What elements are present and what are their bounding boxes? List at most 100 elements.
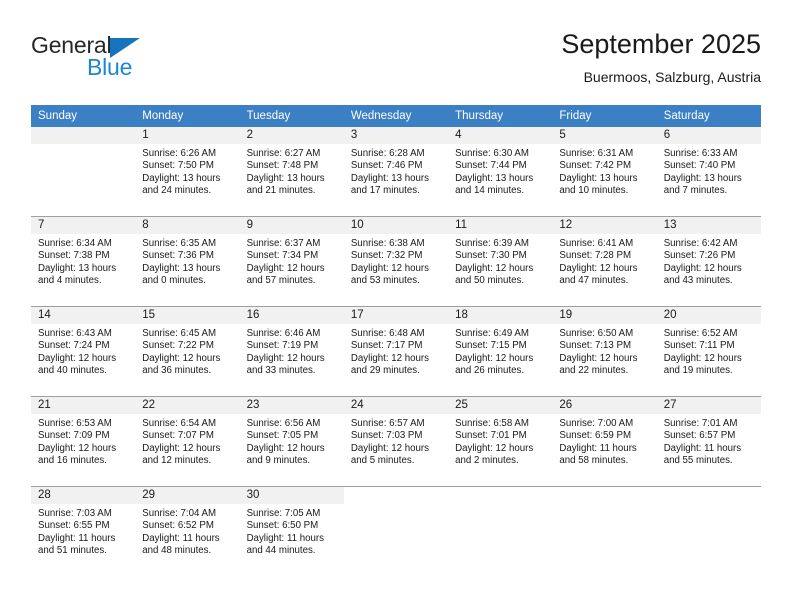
day-info-line: Daylight: 13 hours <box>350 172 429 184</box>
day-cell[interactable]: 25 Sunrise: 6:58 AM Sunset: 7:01 PM Dayligh… <box>448 397 553 486</box>
day-info-line: Sunset: 7:26 PM <box>663 250 736 262</box>
day-info-line: Sunrise: 6:45 AM <box>142 328 217 339</box>
day-number: 1 <box>135 127 240 144</box>
day-cell[interactable]: 21 Sunrise: 6:53 AM Sunset: 7:09 PM Dayligh… <box>31 397 136 486</box>
day-cell[interactable]: 1 Sunrise: 6:26 AM Sunset: 7:50 PM Daylight… <box>135 127 240 216</box>
calendar-cell: 7 Sunrise: 6:34 AM Sunset: 7:38 PM Daylight… <box>31 216 136 307</box>
day-number <box>31 127 136 144</box>
day-cell[interactable]: 30 Sunrise: 7:05 AM Sunset: 6:50 PM Dayligh… <box>239 487 344 576</box>
day-info-line: Sunrise: 6:57 AM <box>350 418 425 429</box>
day-cell[interactable]: 12 Sunrise: 6:41 AM Sunset: 7:28 PM Dayligh… <box>552 217 657 306</box>
day-sun-info: Sunrise: 6:34 AM Sunset: 7:38 PM Daylight:… <box>31 234 135 288</box>
calendar-cell <box>343 486 449 576</box>
column-header-sunday: Sunday <box>31 105 136 127</box>
day-cell[interactable]: 13 Sunrise: 6:42 AM Sunset: 7:26 PM Dayligh… <box>656 217 761 306</box>
day-cell[interactable]: 19 Sunrise: 6:50 AM Sunset: 7:13 PM Dayligh… <box>552 307 657 396</box>
day-cell[interactable]: 24 Sunrise: 6:57 AM Sunset: 7:03 PM Dayligh… <box>343 397 449 486</box>
calendar-cell: 3 Sunrise: 6:28 AM Sunset: 7:46 PM Daylight… <box>343 127 449 217</box>
day-sun-info: Sunrise: 6:38 AM Sunset: 7:32 PM Daylight:… <box>344 234 448 288</box>
day-sun-info: Sunrise: 6:37 AM Sunset: 7:34 PM Daylight:… <box>240 234 344 288</box>
day-cell[interactable]: 5 Sunrise: 6:31 AM Sunset: 7:42 PM Daylight… <box>552 127 657 216</box>
day-cell[interactable]: 3 Sunrise: 6:28 AM Sunset: 7:46 PM Daylight… <box>343 127 449 216</box>
day-number: 15 <box>135 307 240 324</box>
day-cell[interactable]: 9 Sunrise: 6:37 AM Sunset: 7:34 PM Daylight… <box>239 217 344 306</box>
day-cell[interactable]: 18 Sunrise: 6:49 AM Sunset: 7:15 PM Dayligh… <box>448 307 553 396</box>
day-sun-info: Sunrise: 6:45 AM Sunset: 7:22 PM Daylight:… <box>135 324 239 378</box>
day-cell[interactable]: 22 Sunrise: 6:54 AM Sunset: 7:07 PM Dayligh… <box>135 397 240 486</box>
day-number: 11 <box>448 217 553 234</box>
day-cell[interactable]: 28 Sunrise: 7:03 AM Sunset: 6:55 PM Dayligh… <box>31 487 136 576</box>
calendar-cell: 1 Sunrise: 6:26 AM Sunset: 7:50 PM Daylight… <box>135 127 240 217</box>
day-info-line: and 58 minutes. <box>559 455 629 467</box>
day-cell-empty <box>448 487 553 576</box>
page-subtitle: Buermoos, Salzburg, Austria <box>583 69 761 85</box>
day-info-line: and 9 minutes. <box>246 455 311 467</box>
day-number: 19 <box>552 307 657 324</box>
day-number: 25 <box>448 397 553 414</box>
day-info-line: Sunrise: 6:27 AM <box>246 148 321 159</box>
day-cell[interactable]: 10 Sunrise: 6:38 AM Sunset: 7:32 PM Dayligh… <box>343 217 449 306</box>
day-info-line: Daylight: 11 hours <box>559 442 637 454</box>
day-info-line: and 16 minutes. <box>38 455 107 467</box>
day-sun-info: Sunrise: 6:57 AM Sunset: 7:03 PM Daylight:… <box>344 414 448 468</box>
day-number <box>656 487 761 504</box>
day-number <box>343 487 449 504</box>
day-cell[interactable]: 7 Sunrise: 6:34 AM Sunset: 7:38 PM Daylight… <box>31 217 136 306</box>
day-number: 26 <box>552 397 657 414</box>
day-info-line: Daylight: 12 hours <box>559 352 638 364</box>
day-cell[interactable]: 14 Sunrise: 6:43 AM Sunset: 7:24 PM Dayligh… <box>31 307 136 396</box>
day-info-line: and 22 minutes. <box>559 365 629 377</box>
day-info-line: Sunrise: 7:00 AM <box>559 418 634 429</box>
day-sun-info: Sunrise: 6:41 AM Sunset: 7:28 PM Daylight:… <box>552 234 656 288</box>
day-info-line: Daylight: 12 hours <box>350 352 429 364</box>
day-info-line: Daylight: 12 hours <box>38 352 117 364</box>
day-info-line: Sunset: 7:01 PM <box>455 430 527 442</box>
day-info-line: and 29 minutes. <box>350 365 420 377</box>
day-cell[interactable]: 15 Sunrise: 6:45 AM Sunset: 7:22 PM Dayligh… <box>135 307 240 396</box>
day-info-line: and 43 minutes. <box>663 275 733 287</box>
day-info-line: Sunset: 7:05 PM <box>246 430 319 442</box>
day-info-line: Daylight: 12 hours <box>142 352 221 364</box>
calendar-header-row: Sunday Monday Tuesday Wednesday Thursday Frid… <box>31 105 761 127</box>
day-number: 12 <box>552 217 657 234</box>
column-header-tuesday: Tuesday <box>239 105 344 127</box>
day-info-line: and 24 minutes. <box>142 185 212 197</box>
day-info-line: Sunset: 7:32 PM <box>350 250 423 262</box>
day-sun-info: Sunrise: 7:05 AM Sunset: 6:50 PM Daylight:… <box>240 504 344 558</box>
day-info-line: Daylight: 12 hours <box>350 262 429 274</box>
day-cell[interactable]: 27 Sunrise: 7:01 AM Sunset: 6:57 PM Dayligh… <box>656 397 761 486</box>
day-info-line: and 26 minutes. <box>455 365 525 377</box>
day-info-line: Sunset: 7:46 PM <box>350 160 423 172</box>
day-info-line: Sunrise: 6:49 AM <box>455 328 529 339</box>
day-number: 24 <box>343 397 449 414</box>
calendar-cell: 21 Sunrise: 6:53 AM Sunset: 7:09 PM Dayligh… <box>31 396 136 487</box>
day-info-line: Sunrise: 6:52 AM <box>663 328 738 339</box>
day-info-line: and 51 minutes. <box>38 545 107 557</box>
day-cell[interactable]: 8 Sunrise: 6:35 AM Sunset: 7:36 PM Daylight… <box>135 217 240 306</box>
day-info-line: Sunset: 7:34 PM <box>246 250 319 262</box>
day-info-line: Sunset: 6:59 PM <box>559 430 632 442</box>
day-info-line: Daylight: 13 hours <box>246 172 325 184</box>
day-number: 5 <box>552 127 657 144</box>
generalblue-logo[interactable]: General Blue <box>31 32 161 82</box>
day-cell[interactable]: 20 Sunrise: 6:52 AM Sunset: 7:11 PM Dayligh… <box>656 307 761 396</box>
day-sun-info: Sunrise: 6:26 AM Sunset: 7:50 PM Daylight:… <box>135 144 239 198</box>
day-cell[interactable]: 6 Sunrise: 6:33 AM Sunset: 7:40 PM Daylight… <box>656 127 761 216</box>
day-cell[interactable]: 11 Sunrise: 6:39 AM Sunset: 7:30 PM Dayligh… <box>448 217 553 306</box>
day-cell[interactable]: 29 Sunrise: 7:04 AM Sunset: 6:52 PM Dayligh… <box>135 487 240 576</box>
day-number: 2 <box>239 127 344 144</box>
column-header-wednesday: Wednesday <box>343 105 449 127</box>
calendar-cell: 24 Sunrise: 6:57 AM Sunset: 7:03 PM Dayligh… <box>343 396 449 487</box>
day-cell[interactable]: 17 Sunrise: 6:48 AM Sunset: 7:17 PM Dayligh… <box>343 307 449 396</box>
day-cell[interactable]: 2 Sunrise: 6:27 AM Sunset: 7:48 PM Daylight… <box>239 127 344 216</box>
day-info-line: Sunset: 6:52 PM <box>142 520 214 532</box>
day-cell[interactable]: 4 Sunrise: 6:30 AM Sunset: 7:44 PM Daylight… <box>448 127 553 216</box>
day-info-line: Sunrise: 6:39 AM <box>455 238 529 249</box>
day-info-line: Daylight: 11 hours <box>246 532 324 544</box>
day-info-line: Sunset: 7:22 PM <box>142 340 214 352</box>
calendar-cell <box>448 486 553 576</box>
day-cell[interactable]: 16 Sunrise: 6:46 AM Sunset: 7:19 PM Dayligh… <box>239 307 344 396</box>
day-cell[interactable]: 26 Sunrise: 7:00 AM Sunset: 6:59 PM Dayligh… <box>552 397 657 486</box>
calendar-cell: 11 Sunrise: 6:39 AM Sunset: 7:30 PM Dayligh… <box>448 216 553 307</box>
day-cell[interactable]: 23 Sunrise: 6:56 AM Sunset: 7:05 PM Dayligh… <box>239 397 344 486</box>
